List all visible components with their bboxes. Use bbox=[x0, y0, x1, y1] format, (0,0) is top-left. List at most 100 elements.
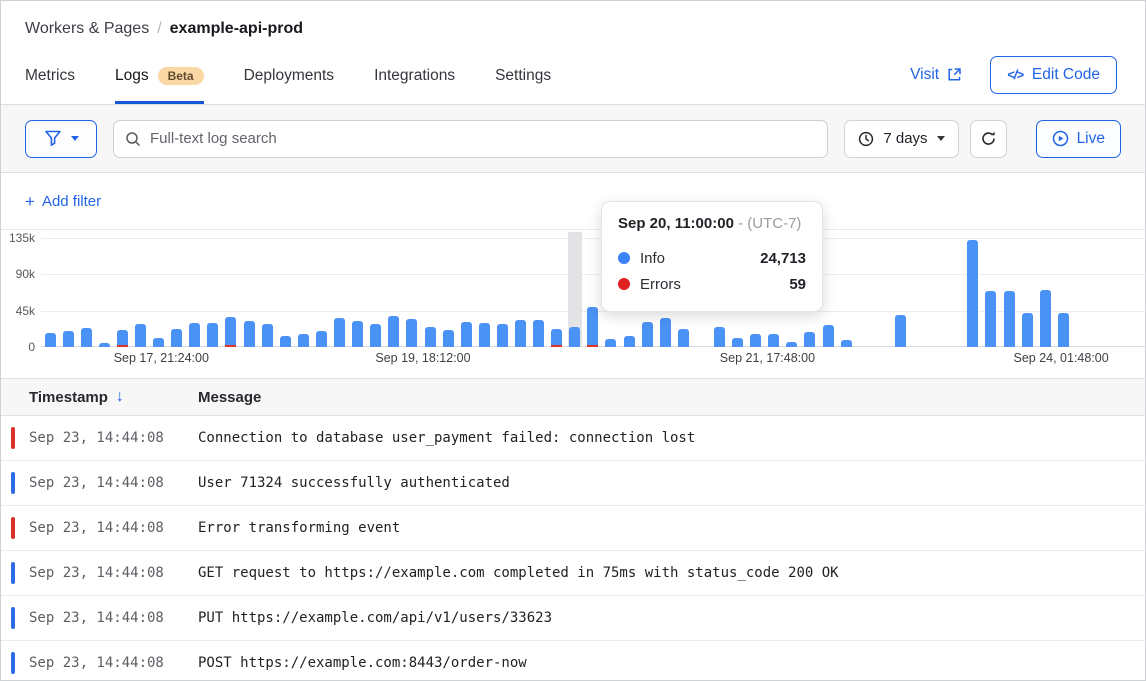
tab-logs[interactable]: Logs Beta bbox=[115, 45, 204, 104]
log-volume-bar[interactable] bbox=[823, 325, 834, 347]
chart-bar-slot[interactable] bbox=[349, 238, 367, 347]
chart-bar-slot[interactable] bbox=[77, 238, 95, 347]
chart-bar-slot[interactable] bbox=[928, 238, 946, 347]
chart-bar-slot[interactable] bbox=[312, 238, 330, 347]
log-volume-bar[interactable] bbox=[895, 315, 906, 347]
log-volume-bar[interactable] bbox=[388, 316, 399, 347]
log-volume-bar[interactable] bbox=[117, 330, 128, 347]
log-volume-bar[interactable] bbox=[262, 324, 273, 347]
chart-bar-slot[interactable] bbox=[530, 238, 548, 347]
tab-settings[interactable]: Settings bbox=[495, 45, 551, 104]
chart-bar-slot[interactable] bbox=[276, 238, 294, 347]
log-volume-bar[interactable] bbox=[370, 324, 381, 347]
chart-bar-slot[interactable] bbox=[41, 238, 59, 347]
log-volume-bar[interactable] bbox=[81, 328, 92, 347]
log-volume-bar[interactable] bbox=[225, 317, 236, 347]
chart-bar-slot[interactable] bbox=[946, 238, 964, 347]
time-range-button[interactable]: 7 days bbox=[844, 120, 958, 158]
log-volume-bar[interactable] bbox=[280, 336, 291, 347]
chart-bar-slot[interactable] bbox=[403, 238, 421, 347]
chart-bar-slot[interactable] bbox=[186, 238, 204, 347]
chart-bar-slot[interactable] bbox=[548, 238, 566, 347]
chart-bar-slot[interactable] bbox=[910, 238, 928, 347]
log-volume-bar[interactable] bbox=[334, 318, 345, 347]
search-input[interactable] bbox=[113, 120, 828, 158]
log-row[interactable]: Sep 23, 14:44:08 User 71324 successfully… bbox=[1, 461, 1145, 506]
chart-bar-slot[interactable] bbox=[566, 238, 584, 347]
chart-bar-slot[interactable] bbox=[439, 238, 457, 347]
chart-bar-slot[interactable] bbox=[294, 238, 312, 347]
log-volume-bar[interactable] bbox=[678, 329, 689, 347]
chart-bar-slot[interactable] bbox=[584, 238, 602, 347]
chart-bar-slot[interactable] bbox=[837, 238, 855, 347]
log-volume-bar[interactable] bbox=[786, 342, 797, 347]
add-filter-button[interactable]: + Add filter bbox=[25, 193, 101, 210]
log-volume-bar[interactable] bbox=[99, 343, 110, 347]
log-volume-bar[interactable] bbox=[1058, 313, 1069, 347]
log-volume-bar[interactable] bbox=[461, 322, 472, 347]
chart-bar-slot[interactable] bbox=[1000, 238, 1018, 347]
log-volume-bar[interactable] bbox=[732, 338, 743, 347]
log-volume-bar[interactable] bbox=[171, 329, 182, 347]
log-volume-bar[interactable] bbox=[624, 336, 635, 347]
refresh-button[interactable] bbox=[970, 120, 1007, 158]
log-volume-bar[interactable] bbox=[425, 327, 436, 347]
log-volume-bar[interactable] bbox=[1004, 291, 1015, 347]
chart-bar-slot[interactable] bbox=[1054, 238, 1072, 347]
chart-bar-slot[interactable] bbox=[982, 238, 1000, 347]
log-row[interactable]: Sep 23, 14:44:08 GET request to https://… bbox=[1, 551, 1145, 596]
log-volume-bar[interactable] bbox=[207, 323, 218, 347]
log-row[interactable]: Sep 23, 14:44:08 PUT https://example.com… bbox=[1, 596, 1145, 641]
chart-bar-slot[interactable] bbox=[475, 238, 493, 347]
chart-bar-slot[interactable] bbox=[1072, 238, 1090, 347]
visit-link[interactable]: Visit bbox=[910, 66, 962, 84]
log-volume-bar[interactable] bbox=[135, 324, 146, 347]
chart-bar-slot[interactable] bbox=[367, 238, 385, 347]
log-volume-bar[interactable] bbox=[45, 333, 56, 347]
log-volume-bar[interactable] bbox=[768, 334, 779, 347]
chart-bar-slot[interactable] bbox=[1090, 238, 1108, 347]
live-button[interactable]: Live bbox=[1036, 120, 1121, 158]
log-volume-bar[interactable] bbox=[605, 339, 616, 347]
log-volume-bar[interactable] bbox=[63, 331, 74, 347]
chart-bar-slot[interactable] bbox=[95, 238, 113, 347]
chart-bar-slot[interactable] bbox=[59, 238, 77, 347]
chart-bar-slot[interactable] bbox=[131, 238, 149, 347]
log-volume-bar[interactable] bbox=[1040, 290, 1051, 347]
log-volume-bar[interactable] bbox=[587, 307, 598, 347]
tab-deployments[interactable]: Deployments bbox=[244, 45, 334, 104]
chart-bar-slot[interactable] bbox=[493, 238, 511, 347]
chart-bar-slot[interactable] bbox=[204, 238, 222, 347]
log-volume-bar[interactable] bbox=[153, 338, 164, 347]
chart-bar-slot[interactable] bbox=[331, 238, 349, 347]
column-header-timestamp[interactable]: Timestamp ↓ bbox=[1, 388, 198, 406]
edit-code-button[interactable]: </> Edit Code bbox=[990, 56, 1117, 94]
tab-integrations[interactable]: Integrations bbox=[374, 45, 455, 104]
chart-bar-slot[interactable] bbox=[150, 238, 168, 347]
log-row[interactable]: Sep 23, 14:44:08 POST https://example.co… bbox=[1, 641, 1145, 681]
chart-bar-slot[interactable] bbox=[1109, 238, 1127, 347]
chart-bar-slot[interactable] bbox=[873, 238, 891, 347]
log-volume-bar[interactable] bbox=[479, 323, 490, 347]
log-row[interactable]: Sep 23, 14:44:08 Connection to database … bbox=[1, 416, 1145, 461]
log-volume-bar[interactable] bbox=[841, 340, 852, 347]
log-volume-bar[interactable] bbox=[804, 332, 815, 347]
log-row[interactable]: Sep 23, 14:44:08 Error transforming even… bbox=[1, 506, 1145, 551]
chart-bar-slot[interactable] bbox=[1036, 238, 1054, 347]
log-volume-bar[interactable] bbox=[660, 318, 671, 347]
log-volume-bar[interactable] bbox=[551, 329, 562, 347]
chart-bar-slot[interactable] bbox=[964, 238, 982, 347]
log-volume-bar[interactable] bbox=[316, 331, 327, 347]
log-volume-bar[interactable] bbox=[298, 334, 309, 347]
log-volume-bar[interactable] bbox=[443, 330, 454, 347]
log-volume-bar[interactable] bbox=[515, 320, 526, 347]
log-volume-bar[interactable] bbox=[406, 319, 417, 347]
log-volume-bar[interactable] bbox=[497, 324, 508, 347]
chart-bar-slot[interactable] bbox=[240, 238, 258, 347]
chart-bar-slot[interactable] bbox=[1127, 238, 1145, 347]
chart-bar-slot[interactable] bbox=[385, 238, 403, 347]
log-volume-bar[interactable] bbox=[714, 327, 725, 347]
breadcrumb-section[interactable]: Workers & Pages bbox=[25, 20, 149, 38]
chart-bar-slot[interactable] bbox=[457, 238, 475, 347]
tab-metrics[interactable]: Metrics bbox=[25, 45, 75, 104]
